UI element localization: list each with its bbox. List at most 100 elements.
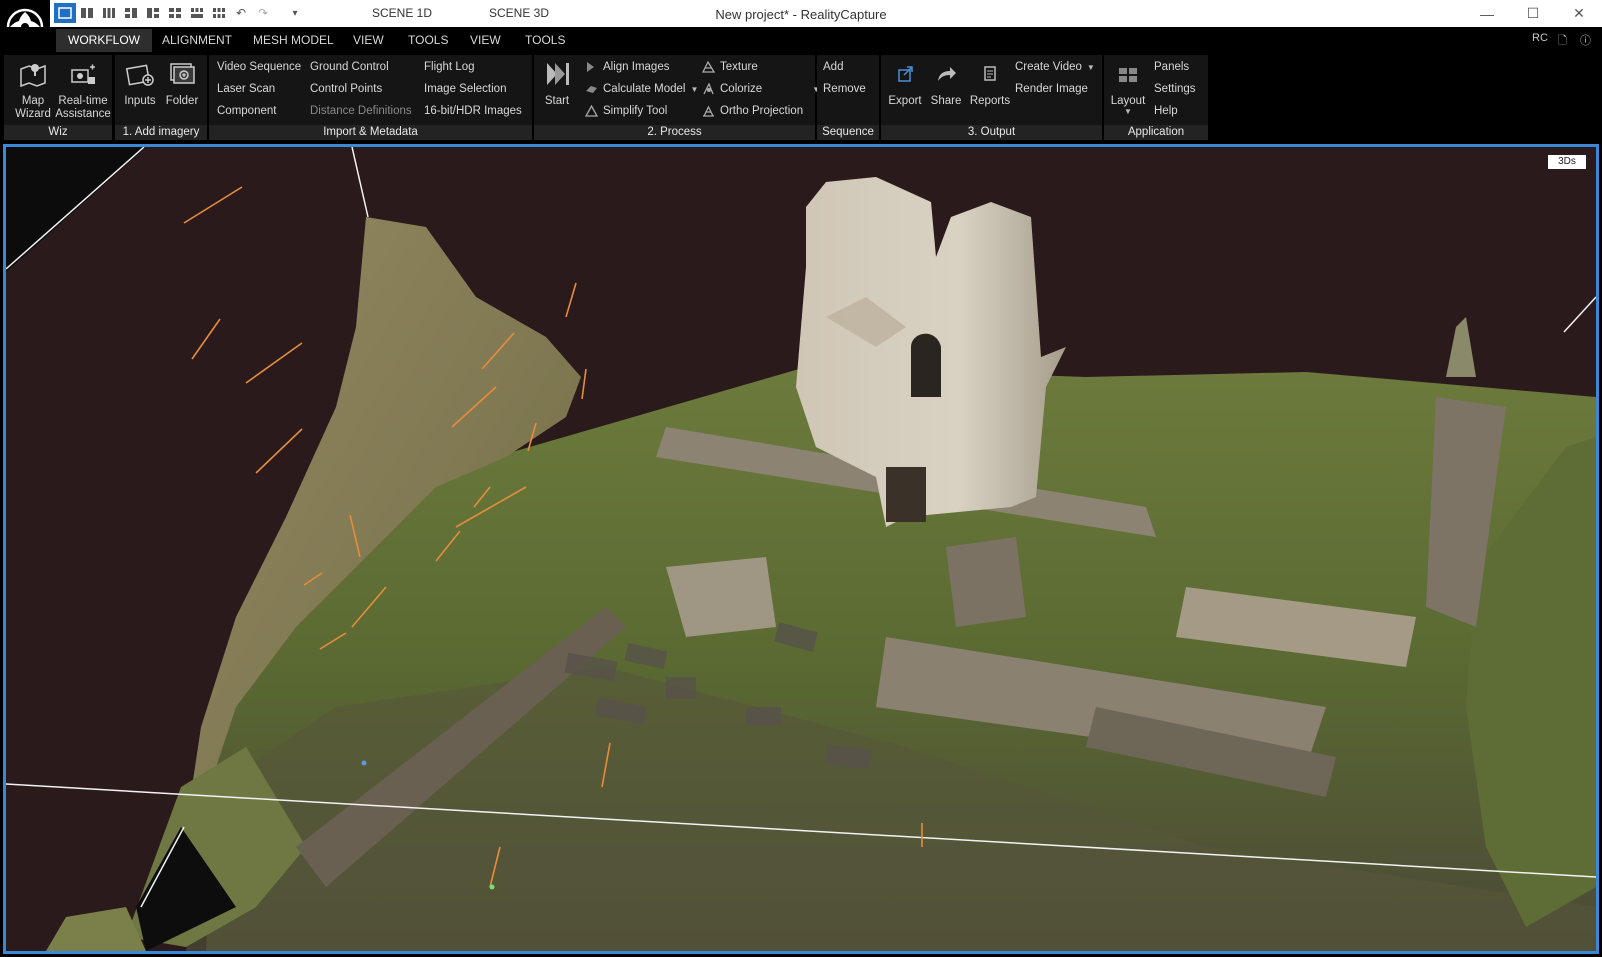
3d-viewport[interactable]: 3Ds xyxy=(3,144,1599,954)
group-label-application: Application xyxy=(1104,125,1208,140)
colorize-button[interactable]: Colorize ▼ xyxy=(701,83,820,95)
maximize-button[interactable]: ☐ xyxy=(1510,0,1556,27)
start-label: Start xyxy=(544,95,570,107)
colorize-icon xyxy=(701,83,715,95)
customize-icon[interactable]: ▾ xyxy=(284,3,306,23)
simplify-tool-icon xyxy=(584,105,598,117)
tab-scene-1d[interactable]: SCENE 1D xyxy=(372,6,432,20)
calculate-model-button[interactable]: Calculate Model ▼ xyxy=(584,83,698,95)
start-icon xyxy=(540,57,574,91)
ortho-projection-icon xyxy=(701,105,715,117)
control-points-button[interactable]: Control Points xyxy=(310,83,382,95)
group-sequence: Add Remove Sequence xyxy=(817,55,879,140)
texture-label: Texture xyxy=(720,61,758,73)
layout-7-icon[interactable] xyxy=(186,3,208,23)
layout-icon xyxy=(1111,57,1145,91)
layout-4-icon[interactable] xyxy=(120,3,142,23)
layout-button[interactable]: Layout ▼ xyxy=(1108,57,1148,116)
tab-scene-3d[interactable]: SCENE 3D xyxy=(489,6,549,20)
group-output: Export Share Reports Create Video ▼ Rend… xyxy=(881,55,1102,140)
realtime-assistance-icon xyxy=(66,57,100,91)
folder-button[interactable]: Folder xyxy=(161,57,203,108)
inputs-icon xyxy=(123,57,157,91)
help-button[interactable]: Help xyxy=(1154,105,1178,117)
folder-label: Folder xyxy=(165,95,199,107)
calculate-model-dropdown-icon[interactable]: ▼ xyxy=(690,85,698,94)
group-label-process: 2. Process xyxy=(534,125,815,140)
view-mode-badge[interactable]: 3Ds xyxy=(1548,155,1586,169)
menu-tools-2[interactable]: TOOLS xyxy=(525,33,565,47)
rc-label[interactable]: RC xyxy=(1532,32,1548,44)
laser-scan-button[interactable]: Laser Scan xyxy=(217,83,275,95)
map-wizard-button[interactable]: Map Wizard xyxy=(8,57,58,121)
create-video-dropdown-icon[interactable]: ▼ xyxy=(1087,63,1095,72)
simplify-tool-label: Simplify Tool xyxy=(603,105,668,117)
redo-icon[interactable]: ↷ xyxy=(252,3,274,23)
video-sequence-button[interactable]: Video Sequence xyxy=(217,61,301,73)
export-label: Export xyxy=(888,95,922,107)
help-icon[interactable]: ⓘ xyxy=(1580,32,1591,48)
folder-icon xyxy=(165,57,199,91)
panels-button[interactable]: Panels xyxy=(1154,61,1189,73)
reports-label: Reports xyxy=(969,95,1011,107)
menu-tools[interactable]: TOOLS xyxy=(408,33,448,47)
colorize-label: Colorize xyxy=(720,83,763,95)
share-button[interactable]: Share xyxy=(927,57,965,108)
scene-3d-render[interactable] xyxy=(6,147,1596,951)
ortho-projection-button[interactable]: Ortho Projection xyxy=(701,105,803,117)
flight-log-button[interactable]: Flight Log xyxy=(424,61,475,73)
layout-dropdown-icon[interactable]: ▼ xyxy=(1108,108,1148,116)
layout-6-icon[interactable] xyxy=(164,3,186,23)
layout-2-icon[interactable] xyxy=(76,3,98,23)
inputs-label: Inputs xyxy=(124,95,156,107)
share-label: Share xyxy=(930,95,962,107)
calculate-model-label: Calculate Model xyxy=(603,83,686,95)
export-button[interactable]: Export xyxy=(885,57,925,108)
layout-3-icon[interactable] xyxy=(98,3,120,23)
group-label-wiz: Wiz xyxy=(4,125,112,140)
start-button[interactable]: Start xyxy=(536,57,578,108)
image-selection-button[interactable]: Image Selection xyxy=(424,83,506,95)
settings-button[interactable]: Settings xyxy=(1154,83,1196,95)
title-bar: ↶ ↷ ▾ SCENE 1D SCENE 3D New project* - R… xyxy=(0,0,1602,27)
document-icon[interactable]: 🗋 xyxy=(1558,32,1567,51)
reports-button[interactable]: Reports xyxy=(967,57,1013,108)
group-import-metadata: Video Sequence Laser Scan Component Grou… xyxy=(209,55,532,140)
layout-8-icon[interactable] xyxy=(208,3,230,23)
menu-alignment[interactable]: ALIGNMENT xyxy=(162,33,232,47)
texture-button[interactable]: Texture xyxy=(701,61,758,73)
map-wizard-label: Map Wizard xyxy=(15,95,51,120)
group-add-imagery: Inputs Folder 1. Add imagery xyxy=(115,55,207,140)
layout-5-icon[interactable] xyxy=(142,3,164,23)
inputs-button[interactable]: Inputs xyxy=(119,57,161,108)
group-label-add-imagery: 1. Add imagery xyxy=(115,125,207,140)
group-process: Start Align Images Calculate Model ▼ Sim… xyxy=(534,55,820,140)
undo-icon[interactable]: ↶ xyxy=(230,3,252,23)
hdr-images-button[interactable]: 16-bit/HDR Images xyxy=(424,105,522,117)
ground-control-button[interactable]: Ground Control xyxy=(310,61,389,73)
export-icon xyxy=(888,57,922,91)
layout-1-icon[interactable] xyxy=(54,3,76,23)
sequence-remove-button[interactable]: Remove xyxy=(823,83,866,95)
distance-definitions-button[interactable]: Distance Definitions xyxy=(310,105,412,117)
align-images-icon xyxy=(584,61,598,73)
create-video-button[interactable]: Create Video ▼ xyxy=(1015,61,1095,73)
create-video-label: Create Video xyxy=(1015,61,1082,73)
menu-workflow[interactable]: WORKFLOW xyxy=(56,29,152,52)
menu-view[interactable]: VIEW xyxy=(353,33,384,47)
sequence-add-button[interactable]: Add xyxy=(823,61,843,73)
realtime-assistance-button[interactable]: Real-time Assistance xyxy=(54,57,112,121)
menu-view-2[interactable]: VIEW xyxy=(470,33,501,47)
share-icon xyxy=(929,57,963,91)
simplify-tool-button[interactable]: Simplify Tool xyxy=(584,105,667,117)
map-wizard-icon xyxy=(16,57,50,91)
menu-mesh-model[interactable]: MESH MODEL xyxy=(253,33,334,47)
close-button[interactable]: ✕ xyxy=(1556,0,1602,27)
align-images-button[interactable]: Align Images xyxy=(584,61,669,73)
minimize-button[interactable]: — xyxy=(1464,0,1510,27)
calculate-model-icon xyxy=(584,83,598,95)
group-label-import-metadata: Import & Metadata xyxy=(209,125,532,140)
render-image-button[interactable]: Render Image xyxy=(1015,83,1088,95)
ribbon: Map Wizard Real-time Assistance Wiz Inpu… xyxy=(0,54,1602,142)
component-button[interactable]: Component xyxy=(217,105,276,117)
